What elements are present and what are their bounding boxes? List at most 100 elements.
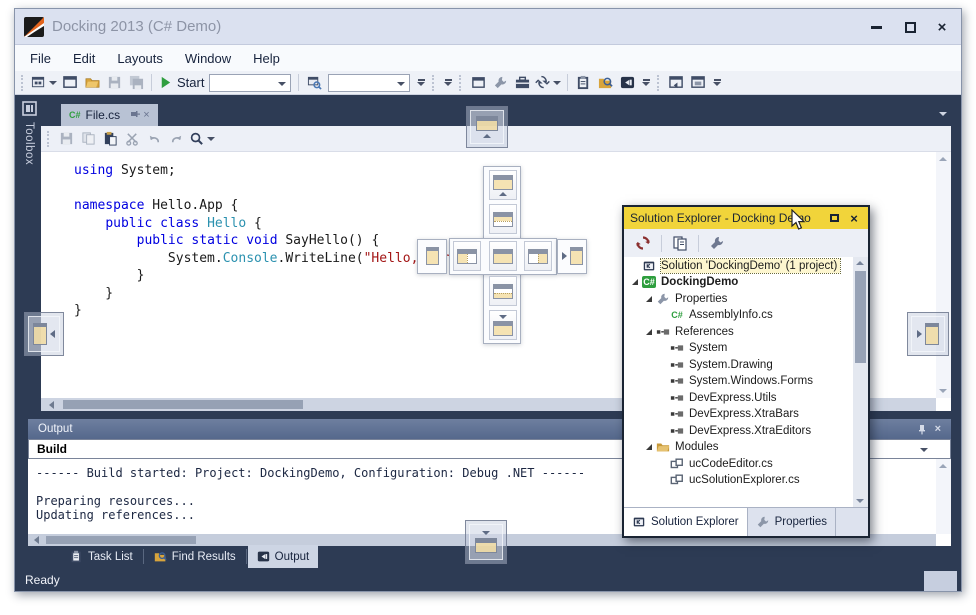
dock-bottom-button[interactable] xyxy=(489,310,517,340)
tabstrip-overflow-icon[interactable] xyxy=(939,112,947,116)
open-layout-icon[interactable] xyxy=(81,73,103,93)
dock-hint-right-edge[interactable] xyxy=(907,312,949,356)
dock-hint-top-edge[interactable] xyxy=(466,106,508,148)
panel-tab-properties[interactable]: Properties xyxy=(748,508,836,536)
toolbar-grip[interactable] xyxy=(657,75,662,91)
editor-vertical-scrollbar[interactable] xyxy=(936,152,951,398)
dock-window-icon[interactable] xyxy=(665,73,687,93)
tree-item-ucsolutionexplorer-cs[interactable]: ucSolutionExplorer.cs xyxy=(624,472,868,488)
toolbar-overflow-icon[interactable] xyxy=(417,79,425,86)
copy-icon[interactable] xyxy=(77,129,99,149)
cut-icon[interactable] xyxy=(121,129,143,149)
layout-sync-icon[interactable] xyxy=(533,73,563,93)
split-left-button[interactable] xyxy=(453,241,481,271)
output-vertical-scrollbar[interactable] xyxy=(936,459,951,534)
refresh-icon[interactable] xyxy=(632,233,654,253)
close-button[interactable]: × xyxy=(929,17,955,37)
chevron-down-icon[interactable] xyxy=(49,81,57,85)
scrollbar-thumb[interactable] xyxy=(63,400,303,409)
tree-item-devexpress-xtrabars[interactable]: DevExpress.XtraBars xyxy=(624,406,868,422)
tree-item-references[interactable]: References xyxy=(624,324,868,340)
new-layout-window-icon[interactable] xyxy=(29,73,59,93)
toolbar-overflow-icon[interactable] xyxy=(444,79,452,86)
minimize-button[interactable] xyxy=(863,17,889,37)
panel-maximize-icon[interactable] xyxy=(826,214,842,222)
output-window-icon[interactable] xyxy=(616,73,638,93)
chevron-down-icon[interactable] xyxy=(278,82,286,86)
panel-close-icon[interactable]: × xyxy=(846,211,862,226)
dock-left-edge-button[interactable] xyxy=(418,241,446,271)
split-top-button[interactable] xyxy=(489,204,517,234)
toolbar-grip[interactable] xyxy=(47,131,52,147)
pin-icon[interactable] xyxy=(130,110,140,120)
auto-hide-pin-icon[interactable] xyxy=(917,424,927,435)
toolbar-grip[interactable] xyxy=(21,75,26,91)
find-results-icon[interactable] xyxy=(594,73,616,93)
tree-expander-icon[interactable] xyxy=(646,296,652,302)
chevron-down-icon[interactable] xyxy=(397,82,405,86)
dock-hint-left-edge[interactable] xyxy=(24,312,64,356)
toolbar-grip[interactable] xyxy=(459,75,464,91)
save-icon[interactable] xyxy=(55,129,77,149)
split-bottom-button[interactable] xyxy=(489,276,517,306)
tree-item-system-drawing[interactable]: System.Drawing xyxy=(624,357,868,373)
float-window-icon[interactable] xyxy=(467,73,489,93)
split-right-button[interactable] xyxy=(524,241,552,271)
new-document-window-icon[interactable] xyxy=(59,73,81,93)
dock-hint-bottom-edge[interactable] xyxy=(465,520,507,564)
panel-close-icon[interactable]: × xyxy=(935,423,941,435)
tree-expander-icon[interactable] xyxy=(646,444,652,450)
dock-panel-icon[interactable] xyxy=(687,73,709,93)
menu-item-layouts[interactable]: Layouts xyxy=(106,47,174,70)
menu-item-file[interactable]: File xyxy=(19,47,62,70)
toolbar-overflow-icon[interactable] xyxy=(713,79,721,86)
dock-right-edge-button[interactable] xyxy=(558,241,586,271)
solution-explorer-title-bar[interactable]: Solution Explorer - Docking Demo × xyxy=(624,207,868,229)
tab-file-cs[interactable]: C# File.cs × xyxy=(61,104,158,126)
bottom-tab-task-list[interactable]: Task List xyxy=(61,545,142,568)
toolbox-briefcase-icon[interactable] xyxy=(511,73,533,93)
menu-item-window[interactable]: Window xyxy=(174,47,242,70)
search-icon[interactable] xyxy=(187,129,217,149)
show-all-files-icon[interactable] xyxy=(669,233,691,253)
tree-item-devexpress-utils[interactable]: DevExpress.Utils xyxy=(624,390,868,406)
tree-item-solution-dockingdemo-1-project[interactable]: Solution 'DockingDemo' (1 project) xyxy=(624,258,868,274)
title-bar[interactable]: Docking 2013 (C# Demo) × xyxy=(15,9,961,45)
scroll-left-icon[interactable] xyxy=(49,401,54,409)
tab-close-icon[interactable]: × xyxy=(143,109,149,121)
toolbar-grip[interactable] xyxy=(432,75,437,91)
maximize-button[interactable] xyxy=(897,17,923,37)
tree-item-uccodeeditor-cs[interactable]: ucCodeEditor.cs xyxy=(624,456,868,472)
properties-wrench-icon[interactable] xyxy=(706,233,728,253)
save-layout-icon[interactable] xyxy=(103,73,125,93)
tree-expander-icon[interactable] xyxy=(632,279,638,285)
tree-item-properties[interactable]: Properties xyxy=(624,291,868,307)
run-configuration-combobox[interactable] xyxy=(209,74,291,92)
menu-item-edit[interactable]: Edit xyxy=(62,47,106,70)
sidebar-tab-toolbox[interactable]: Toolbox xyxy=(18,101,40,165)
bottom-tab-find-results[interactable]: Find Results xyxy=(145,545,245,568)
bottom-tab-output[interactable]: Output xyxy=(248,545,319,568)
tree-item-system[interactable]: System xyxy=(624,340,868,356)
chevron-down-icon[interactable] xyxy=(920,448,928,452)
scrollbar-thumb[interactable] xyxy=(855,271,866,363)
tree-expander-icon[interactable] xyxy=(646,329,652,335)
task-list-icon[interactable] xyxy=(572,73,594,93)
chevron-down-icon[interactable] xyxy=(207,137,215,141)
properties-wrench-icon[interactable] xyxy=(489,73,511,93)
menu-item-help[interactable]: Help xyxy=(242,47,291,70)
undo-icon[interactable] xyxy=(143,129,165,149)
dock-top-button[interactable] xyxy=(489,170,517,200)
chevron-down-icon[interactable] xyxy=(553,81,561,85)
tree-item-system-windows-forms[interactable]: System.Windows.Forms xyxy=(624,373,868,389)
tree-vertical-scrollbar[interactable] xyxy=(853,257,868,507)
tree-item-modules[interactable]: Modules xyxy=(624,439,868,455)
paste-icon[interactable] xyxy=(99,129,121,149)
redo-icon[interactable] xyxy=(165,129,187,149)
search-combobox[interactable] xyxy=(328,74,410,92)
tree-item-assemblyinfo-cs[interactable]: C#AssemblyInfo.cs xyxy=(624,307,868,323)
tree-item-devexpress-xtraeditors[interactable]: DevExpress.XtraEditors xyxy=(624,423,868,439)
dock-fill-button[interactable] xyxy=(489,241,517,271)
save-all-layouts-icon[interactable] xyxy=(125,73,147,93)
toolbar-overflow-icon[interactable] xyxy=(642,79,650,86)
